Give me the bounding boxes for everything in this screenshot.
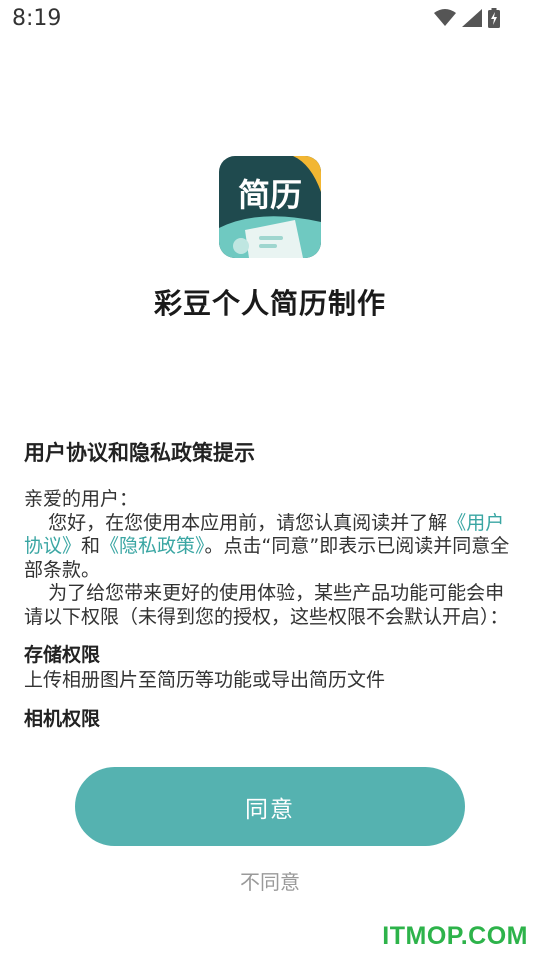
- agreement-paragraph-2: 为了给您带来更好的使用体验，某些产品功能可能会申请以下权限（未得到您的授权，这些…: [24, 582, 509, 628]
- permission-title-storage: 存储权限: [24, 644, 101, 666]
- permission-desc-storage: 上传相册图片至简历等功能或导出简历文件: [24, 669, 386, 691]
- privacy-policy-link[interactable]: 《隐私政策》: [100, 535, 205, 557]
- agree-button[interactable]: 同意: [75, 767, 465, 846]
- agreement-paragraph-1: 您好，在您使用本应用前，请您认真阅读并了解《用户协议》和《隐私政策》。点击“同意…: [24, 512, 520, 583]
- battery-charging-icon: [488, 8, 500, 28]
- app-title: 彩豆个人简历制作: [153, 287, 386, 320]
- para1-prefix: 您好，在您使用本应用前，请您认真阅读并了解: [24, 511, 448, 534]
- agreement-content[interactable]: 用户协议和隐私政策提示 亲爱的用户： 您好，在您使用本应用前，请您认真阅读并了解…: [24, 438, 520, 768]
- permission-title-camera: 相机权限: [24, 708, 101, 730]
- and-text: 和: [81, 535, 101, 557]
- greeting-text: 亲爱的用户：: [24, 488, 139, 510]
- disagree-button[interactable]: 不同意: [0, 866, 540, 895]
- watermark: ITMOP.COM: [382, 922, 528, 950]
- app-logo: 简历: [219, 156, 321, 258]
- status-time: 8:19: [12, 6, 62, 31]
- logo-text: 简历: [238, 176, 302, 214]
- agreement-heading: 用户协议和隐私政策提示: [24, 441, 255, 465]
- signal-icon: [462, 9, 482, 27]
- status-bar: 8:19: [0, 0, 540, 38]
- wifi-icon: [434, 9, 456, 27]
- status-icons: [434, 8, 500, 28]
